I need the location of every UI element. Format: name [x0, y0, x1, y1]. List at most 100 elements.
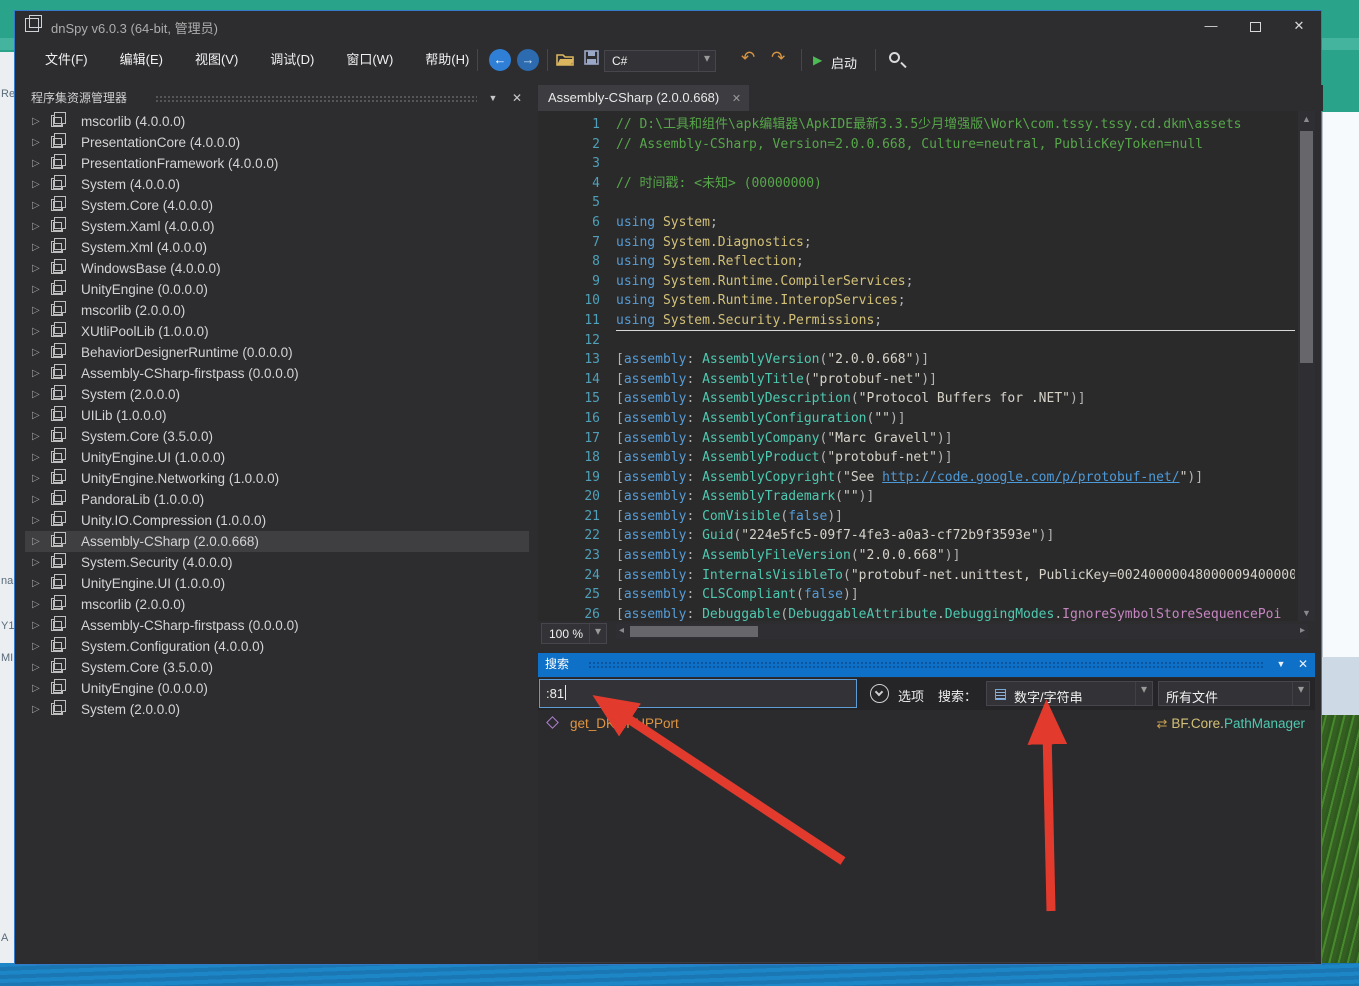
tree-item[interactable]: ▷UnityEngine (0.0.0.0): [25, 279, 529, 300]
expander-icon[interactable]: ▷: [32, 489, 40, 510]
titlebar[interactable]: dnSpy v6.0.3 (64-bit, 管理员) — ✕: [15, 11, 1321, 41]
search-input[interactable]: :81: [539, 679, 857, 708]
expander-icon[interactable]: ▷: [32, 678, 40, 699]
zoom-level-select[interactable]: 100 % ▾: [541, 623, 607, 644]
undo-button[interactable]: ↶: [741, 48, 755, 68]
panel-menu-icon[interactable]: ▼: [1271, 653, 1291, 676]
panel-close-icon[interactable]: ✕: [507, 87, 527, 109]
tree-item[interactable]: ▷UnityEngine.UI (1.0.0.0): [25, 447, 529, 468]
redo-button[interactable]: ↷: [771, 48, 785, 68]
menu-item-4[interactable]: 窗口(W): [330, 41, 409, 79]
expander-icon[interactable]: ▷: [32, 699, 40, 720]
expander-icon[interactable]: ▷: [32, 258, 40, 279]
expander-icon[interactable]: ▷: [32, 531, 40, 552]
expander-icon[interactable]: ▷: [32, 426, 40, 447]
scroll-left-icon[interactable]: ◂: [619, 625, 624, 636]
expander-icon[interactable]: ▷: [32, 594, 40, 615]
expander-icon[interactable]: ▷: [32, 573, 40, 594]
expander-icon[interactable]: ▷: [32, 132, 40, 153]
expander-icon[interactable]: ▷: [32, 153, 40, 174]
expander-icon[interactable]: ▷: [32, 363, 40, 384]
tree-item[interactable]: ▷Assembly-CSharp (2.0.0.668): [25, 531, 529, 552]
open-file-icon[interactable]: [555, 50, 575, 68]
horizontal-scrollbar-thumb[interactable]: [630, 626, 758, 637]
search-kind-select[interactable]: 数字/字符串 ▾: [986, 681, 1153, 706]
close-button[interactable]: ✕: [1277, 11, 1321, 41]
tree-item[interactable]: ▷System.Core (3.5.0.0): [25, 426, 529, 447]
options-label[interactable]: 选项: [898, 686, 924, 705]
tree-item[interactable]: ▷Unity.IO.Compression (1.0.0.0): [25, 510, 529, 531]
scroll-down-icon[interactable]: ▼: [1298, 608, 1315, 618]
tree-item[interactable]: ▷System.Core (3.5.0.0): [25, 657, 529, 678]
search-result-row[interactable]: get_DKMPHPPort⇄BF.Core.PathManager: [538, 711, 1315, 736]
expander-icon[interactable]: ▷: [32, 615, 40, 636]
maximize-button[interactable]: [1233, 11, 1277, 41]
panel-close-icon[interactable]: ✕: [1293, 653, 1313, 676]
start-button[interactable]: 启动: [831, 53, 857, 72]
tree-item[interactable]: ▷System.Core (4.0.0.0): [25, 195, 529, 216]
expander-icon[interactable]: ▷: [32, 636, 40, 657]
expander-icon[interactable]: ▷: [32, 447, 40, 468]
tree-item[interactable]: ▷System.Configuration (4.0.0.0): [25, 636, 529, 657]
language-select[interactable]: C# ▾: [604, 50, 716, 72]
expander-icon[interactable]: ▷: [32, 300, 40, 321]
code-editor[interactable]: 1// D:\工具和组件\apk编辑器\ApkIDE最新3.3.5少月增强版\W…: [538, 111, 1315, 621]
minimize-button[interactable]: —: [1189, 11, 1233, 41]
expander-icon[interactable]: ▷: [32, 657, 40, 678]
navigate-forward-button[interactable]: →: [517, 49, 539, 71]
vertical-scrollbar-thumb[interactable]: [1300, 131, 1313, 363]
tree-item[interactable]: ▷mscorlib (4.0.0.0): [25, 111, 529, 132]
tree-item[interactable]: ▷BehaviorDesignerRuntime (0.0.0.0): [25, 342, 529, 363]
search-icon[interactable]: [889, 52, 900, 63]
tree-item[interactable]: ▷PresentationFramework (4.0.0.0): [25, 153, 529, 174]
panel-menu-icon[interactable]: ▼: [483, 87, 503, 109]
tree-item[interactable]: ▷PandoraLib (1.0.0.0): [25, 489, 529, 510]
expander-icon[interactable]: ▷: [32, 342, 40, 363]
tree-item[interactable]: ▷mscorlib (2.0.0.0): [25, 594, 529, 615]
navigate-back-button[interactable]: ←: [489, 49, 511, 71]
horizontal-scrollbar[interactable]: ◂ ▸: [616, 624, 1308, 639]
menu-item-3[interactable]: 调试(D): [254, 41, 330, 79]
tree-item[interactable]: ▷UnityEngine.Networking (1.0.0.0): [25, 468, 529, 489]
tree-item[interactable]: ▷Assembly-CSharp-firstpass (0.0.0.0): [25, 363, 529, 384]
expander-icon[interactable]: ▷: [32, 384, 40, 405]
tree-item[interactable]: ▷System (2.0.0.0): [25, 699, 529, 720]
vertical-scrollbar[interactable]: ▲ ▼: [1298, 111, 1315, 621]
search-scope-select[interactable]: 所有文件 ▾: [1158, 681, 1310, 706]
scroll-up-icon[interactable]: ▲: [1298, 114, 1315, 124]
start-icon[interactable]: ▶: [813, 53, 822, 67]
menu-item-5[interactable]: 帮助(H): [409, 41, 485, 79]
tree-item[interactable]: ▷System (2.0.0.0): [25, 384, 529, 405]
menu-item-1[interactable]: 编辑(E): [104, 41, 179, 79]
expander-icon[interactable]: ▷: [32, 111, 40, 132]
tree-item[interactable]: ▷WindowsBase (4.0.0.0): [25, 258, 529, 279]
expander-icon[interactable]: ▷: [32, 279, 40, 300]
menu-item-0[interactable]: 文件(F): [29, 41, 104, 79]
expander-icon[interactable]: ▷: [32, 321, 40, 342]
expander-icon[interactable]: ▷: [32, 552, 40, 573]
options-expander-icon[interactable]: [870, 684, 889, 703]
tree-item[interactable]: ▷UILib (1.0.0.0): [25, 405, 529, 426]
scroll-right-icon[interactable]: ▸: [1300, 625, 1305, 636]
save-all-icon[interactable]: [583, 49, 601, 67]
expander-icon[interactable]: ▷: [32, 216, 40, 237]
tab-assembly-csharp[interactable]: Assembly-CSharp (2.0.0.668) ✕: [538, 85, 749, 111]
hyperlink[interactable]: http://code.google.com/p/protobuf-net/: [882, 470, 1179, 485]
expander-icon[interactable]: ▷: [32, 405, 40, 426]
tree-item[interactable]: ▷Assembly-CSharp-firstpass (0.0.0.0): [25, 615, 529, 636]
expander-icon[interactable]: ▷: [32, 195, 40, 216]
tree-item[interactable]: ▷UnityEngine.UI (1.0.0.0): [25, 573, 529, 594]
tab-close-icon[interactable]: ✕: [732, 93, 741, 105]
tree-item[interactable]: ▷System.Xaml (4.0.0.0): [25, 216, 529, 237]
result-name[interactable]: get_DKMPHPPort: [570, 711, 679, 736]
tree-item[interactable]: ▷XUtliPoolLib (1.0.0.0): [25, 321, 529, 342]
menu-item-2[interactable]: 视图(V): [179, 41, 254, 79]
expander-icon[interactable]: ▷: [32, 237, 40, 258]
tree-item[interactable]: ▷UnityEngine (0.0.0.0): [25, 678, 529, 699]
tree-item[interactable]: ▷System.Security (4.0.0.0): [25, 552, 529, 573]
tree-item[interactable]: ▷System.Xml (4.0.0.0): [25, 237, 529, 258]
tree-item[interactable]: ▷System (4.0.0.0): [25, 174, 529, 195]
expander-icon[interactable]: ▷: [32, 510, 40, 531]
tree-item[interactable]: ▷PresentationCore (4.0.0.0): [25, 132, 529, 153]
expander-icon[interactable]: ▷: [32, 468, 40, 489]
